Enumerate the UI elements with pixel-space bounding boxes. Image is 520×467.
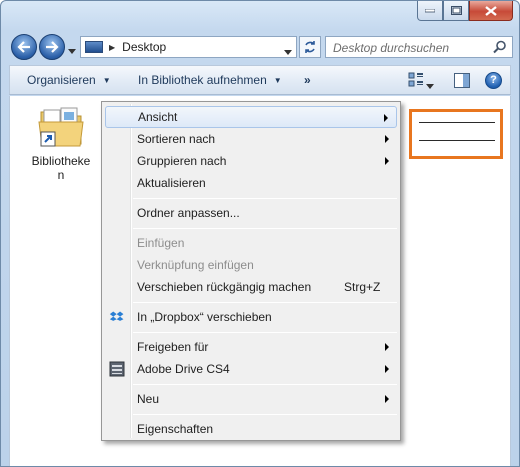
- menu-item-customize-folder[interactable]: Ordner anpassen...: [105, 202, 397, 224]
- menu-item-label: Gruppieren nach: [137, 154, 227, 168]
- menu-item-move-to-dropbox[interactable]: In „Dropbox“ verschieben: [105, 306, 397, 328]
- divider-line: [419, 122, 495, 123]
- menu-item-sort-by[interactable]: Sortieren nach: [105, 128, 397, 150]
- highlight-rectangle: [409, 109, 503, 159]
- breadcrumb-desktop[interactable]: Desktop: [122, 40, 166, 54]
- caret-down-icon: ▼: [273, 75, 282, 85]
- forward-button[interactable]: [39, 34, 65, 60]
- chevron-down-icon: [426, 84, 434, 89]
- arrow-right-icon: [46, 41, 59, 53]
- submenu-arrow-icon: [384, 114, 388, 122]
- refresh-icon: [305, 41, 315, 53]
- menu-separator: [133, 414, 397, 415]
- menu-item-shortcut: Strg+Z: [344, 280, 381, 294]
- change-view-button[interactable]: [408, 72, 424, 88]
- submenu-arrow-icon: [385, 135, 389, 143]
- include-in-library-label: In Bibliothek aufnehmen: [138, 73, 267, 87]
- menu-item-label: Freigeben für: [137, 340, 209, 354]
- minimize-icon: [425, 8, 435, 12]
- chevron-down-icon: [284, 50, 292, 55]
- menu-separator: [133, 302, 397, 303]
- menu-item-adobe-drive[interactable]: Adobe Drive CS4: [105, 358, 397, 380]
- search-box[interactable]: Desktop durchsuchen: [325, 36, 513, 58]
- menu-item-label: Eigenschaften: [137, 422, 214, 436]
- menu-item-view[interactable]: Ansicht: [105, 106, 397, 128]
- caption-buttons: [417, 1, 513, 21]
- desktop-item-label: Bibliotheken: [31, 154, 91, 182]
- explorer-window: ▶ Desktop Desktop durchsuchen Organisier…: [0, 0, 520, 467]
- submenu-arrow-icon: [385, 365, 389, 373]
- context-menu: Ansicht Sortieren nach Gruppieren nach A…: [101, 101, 401, 441]
- arrow-left-icon: [17, 41, 30, 53]
- close-icon: [485, 5, 497, 16]
- breadcrumb-separator-icon[interactable]: ▶: [109, 43, 115, 52]
- menu-item-label: Ordner anpassen...: [137, 206, 240, 220]
- command-bar: Organisieren ▼ In Bibliothek aufnehmen ▼…: [9, 65, 511, 95]
- organize-label: Organisieren: [27, 73, 96, 87]
- menu-item-properties[interactable]: Eigenschaften: [105, 418, 397, 440]
- view-options-dropdown[interactable]: [426, 78, 434, 92]
- maximize-icon: [450, 6, 462, 15]
- submenu-arrow-icon: [385, 157, 389, 165]
- address-bar[interactable]: ▶ Desktop: [80, 36, 297, 58]
- menu-item-label: Ansicht: [138, 110, 178, 124]
- menu-separator: [133, 384, 397, 385]
- adobe-drive-icon: [109, 361, 125, 377]
- divider-line: [419, 140, 495, 141]
- search-input[interactable]: Desktop durchsuchen: [333, 41, 449, 55]
- menu-item-label: Aktualisieren: [137, 176, 206, 190]
- maximize-button[interactable]: [443, 1, 469, 21]
- refresh-button[interactable]: [299, 36, 321, 58]
- menu-item-label: Verschieben rückgängig machen: [137, 280, 312, 294]
- desktop-item-libraries[interactable]: Bibliotheken: [26, 104, 96, 182]
- caret-down-icon: ▼: [102, 75, 111, 85]
- help-button[interactable]: ?: [485, 72, 502, 89]
- menu-item-paste-shortcut[interactable]: Verknüpfung einfügen: [105, 254, 397, 276]
- menu-separator: [133, 198, 397, 199]
- navigation-bar: ▶ Desktop Desktop durchsuchen: [9, 33, 513, 61]
- menu-item-refresh[interactable]: Aktualisieren: [105, 172, 397, 194]
- menu-separator: [133, 332, 397, 333]
- menu-item-group-by[interactable]: Gruppieren nach: [105, 150, 397, 172]
- menu-item-share-with[interactable]: Freigeben für: [105, 336, 397, 358]
- menu-item-label: Sortieren nach: [137, 132, 216, 146]
- address-dropdown[interactable]: [284, 44, 292, 58]
- include-in-library-button[interactable]: In Bibliothek aufnehmen ▼: [138, 73, 282, 87]
- menu-item-label: Einfügen: [137, 236, 185, 250]
- preview-pane-button[interactable]: [454, 73, 470, 88]
- menu-item-label: Neu: [137, 392, 160, 406]
- close-button[interactable]: [469, 1, 513, 21]
- menu-item-label: In „Dropbox“ verschieben: [137, 310, 272, 324]
- submenu-arrow-icon: [385, 395, 389, 403]
- chevron-down-icon: [68, 49, 76, 54]
- help-icon: ?: [490, 74, 497, 86]
- menu-item-new[interactable]: Neu: [105, 388, 397, 410]
- organize-button[interactable]: Organisieren ▼: [27, 73, 111, 87]
- back-button[interactable]: [11, 34, 37, 60]
- recent-pages-dropdown[interactable]: [68, 43, 76, 57]
- libraries-folder-icon: [37, 104, 85, 150]
- menu-item-undo-move[interactable]: Verschieben rückgängig machen Strg+Z: [105, 276, 397, 298]
- minimize-button[interactable]: [417, 1, 443, 21]
- menu-item-label: Adobe Drive CS4: [137, 362, 230, 376]
- more-commands-button[interactable]: »: [304, 73, 311, 87]
- search-icon: [493, 40, 507, 57]
- menu-item-paste[interactable]: Einfügen: [105, 232, 397, 254]
- computer-icon: [85, 41, 103, 53]
- menu-item-label: Verknüpfung einfügen: [137, 258, 254, 272]
- dropbox-icon: [109, 309, 125, 325]
- view-grid-icon: [408, 72, 423, 87]
- submenu-arrow-icon: [385, 343, 389, 351]
- menu-separator: [133, 228, 397, 229]
